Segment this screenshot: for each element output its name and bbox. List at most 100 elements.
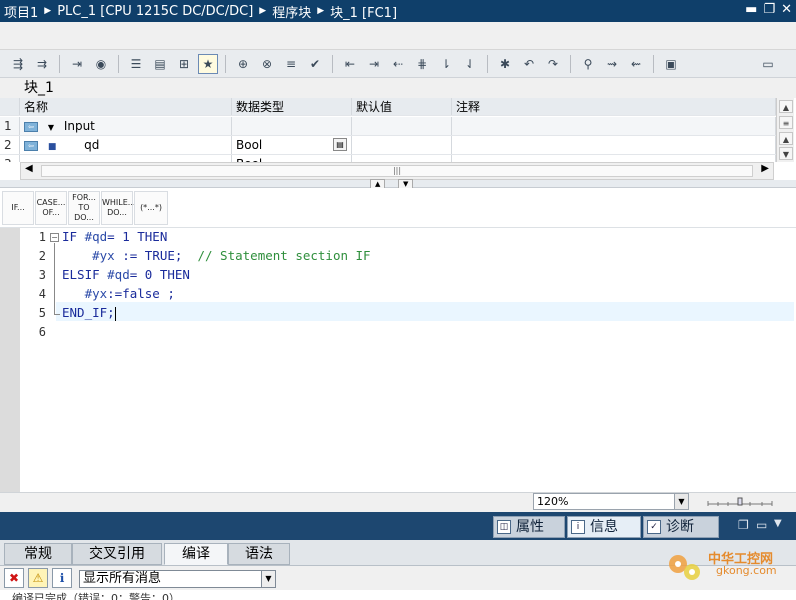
breadcrumb-block[interactable]: 块_1 [FC1] xyxy=(330,2,397,21)
header-comment[interactable]: 注释 xyxy=(452,98,776,115)
list-icon[interactable]: ☰ xyxy=(126,54,146,74)
breadcrumb-plc[interactable]: PLC_1 [CPU 1215C DC/DC/DC] xyxy=(57,4,253,19)
panel-icon[interactable]: ▭ xyxy=(758,54,778,74)
collapse-panel-icon[interactable]: ▼ xyxy=(774,518,782,529)
block-icon[interactable]: ▣ xyxy=(661,54,681,74)
close-all-icon[interactable]: ⊗ xyxy=(257,54,277,74)
default-cell[interactable] xyxy=(352,155,452,162)
goto-next-icon[interactable]: ↷ xyxy=(543,54,563,74)
indent-right-icon[interactable]: ⇥ xyxy=(364,54,384,74)
message-filter-value: 显示所有消息 xyxy=(83,571,162,586)
tab-compile[interactable]: 编译 xyxy=(164,543,228,565)
error-filter-icon[interactable]: ✖ xyxy=(4,568,24,588)
indent-left-icon[interactable]: ⇤ xyxy=(340,54,360,74)
tab-diagnostics-label: 诊断 xyxy=(666,519,694,535)
header-datatype[interactable]: 数据类型 xyxy=(232,98,352,115)
toolbar-divider xyxy=(653,54,654,73)
default-cell[interactable] xyxy=(352,136,452,154)
format-icon[interactable]: ⋕ xyxy=(412,54,432,74)
datatype-cell[interactable]: Bool ▤ xyxy=(232,136,352,154)
open-all-icon[interactable]: ⊕ xyxy=(233,54,253,74)
goto-prev-icon[interactable]: ↶ xyxy=(519,54,539,74)
tab-info[interactable]: i 信息 xyxy=(567,516,641,538)
symbol-icon[interactable]: ▤ xyxy=(150,54,170,74)
panel-splitter[interactable]: ▲ ▼ xyxy=(0,179,796,189)
variable-yx: #yx xyxy=(84,286,108,301)
comment-icon[interactable]: ≡ xyxy=(281,54,301,74)
outdent-icon[interactable]: ⇠ xyxy=(388,54,408,74)
bookmark-icon[interactable]: ⇂ xyxy=(436,54,456,74)
breakpoint-icon[interactable]: ✱ xyxy=(495,54,515,74)
insert-for-label-2: TO DO... xyxy=(74,203,94,222)
snapshot-icon[interactable]: ⇜ xyxy=(626,54,646,74)
scroll-right-icon[interactable]: ▶ xyxy=(761,163,769,174)
modify-icon[interactable]: ⇝ xyxy=(602,54,622,74)
bookmark-next-icon[interactable]: ⇃ xyxy=(460,54,480,74)
horizontal-scroll-thumb[interactable]: ||| xyxy=(41,165,753,177)
download-icon[interactable]: ✔ xyxy=(305,54,325,74)
insert-while-button[interactable]: WHILE... DO... xyxy=(101,191,135,225)
default-cell[interactable] xyxy=(352,117,452,135)
code-line-2[interactable]: #yx := TRUE; // Statement section IF xyxy=(62,248,370,263)
name-cell[interactable]: ⇦ ▼ Input xyxy=(20,117,232,135)
tab-properties[interactable]: ◫ 属性 xyxy=(493,516,565,538)
compare-icon[interactable]: ⊞ xyxy=(174,54,194,74)
table-row[interactable]: 3 Bool xyxy=(0,155,776,162)
favorites-icon[interactable]: ★ xyxy=(198,53,218,74)
minimize-panel-icon[interactable]: ▭ xyxy=(756,518,767,532)
code-line-5[interactable]: END_IF; xyxy=(62,305,116,321)
network-remove-icon[interactable]: ⇉ xyxy=(32,54,52,74)
restore-panel-icon[interactable]: ❐ xyxy=(738,518,749,532)
interface-horizontal-scrollbar[interactable]: ◀ ||| ▶ xyxy=(20,162,774,180)
minimize-icon[interactable]: ▬ xyxy=(745,2,757,17)
scroll-up-icon[interactable]: ≡ xyxy=(779,116,793,129)
name-cell[interactable]: ⇦ ■ qd xyxy=(20,136,232,154)
zoom-slider[interactable] xyxy=(706,497,774,507)
tab-diagnostics[interactable]: ✓ 诊断 xyxy=(643,516,719,538)
message-filter-select[interactable]: 显示所有消息 ▼ xyxy=(79,570,276,588)
scroll-top-icon[interactable]: ▲ xyxy=(779,100,793,113)
tab-syntax[interactable]: 语法 xyxy=(228,543,290,565)
table-row[interactable]: 2 ⇦ ■ qd Bool ▤ xyxy=(0,136,776,155)
scroll-thumb[interactable]: ▲ xyxy=(779,132,793,145)
expand-icon[interactable]: ▼ xyxy=(48,123,54,132)
chevron-down-icon[interactable]: ▼ xyxy=(261,571,275,587)
datatype-cell[interactable] xyxy=(232,117,352,135)
breadcrumb-project[interactable]: 项目1 xyxy=(4,2,38,21)
warning-filter-icon[interactable]: ⚠ xyxy=(28,568,48,588)
interface-vertical-scrollbar[interactable]: ▲ ≡ ▲ ▼ xyxy=(776,98,794,162)
scroll-left-icon[interactable]: ◀ xyxy=(25,163,33,174)
datatype-picker-icon[interactable]: ▤ xyxy=(333,138,347,151)
watch-icon[interactable]: ⚲ xyxy=(578,54,598,74)
monitor-icon[interactable]: ◉ xyxy=(91,54,111,74)
fold-toggle-icon[interactable]: − xyxy=(50,233,59,242)
close-icon[interactable]: ✕ xyxy=(781,2,792,17)
code-line-3[interactable]: ELSIF #qd= 0 THEN xyxy=(62,267,190,282)
chevron-down-icon[interactable]: ▼ xyxy=(674,494,688,509)
tab-cross-reference[interactable]: 交叉引用 xyxy=(72,543,162,565)
compile-status-text: 编译已完成（错误：0；警告：0） xyxy=(0,590,796,600)
code-line-1[interactable]: IF #qd= 1 THEN xyxy=(62,229,167,244)
code-line-4[interactable]: #yx:=false ; xyxy=(62,286,175,301)
scroll-down-icon[interactable]: ▼ xyxy=(779,147,793,160)
insert-for-button[interactable]: FOR... TO DO... xyxy=(68,191,100,225)
header-name[interactable]: 名称 xyxy=(20,98,232,115)
datatype-cell[interactable]: Bool xyxy=(232,155,352,162)
comment-cell[interactable] xyxy=(452,136,776,154)
info-filter-icon[interactable]: ℹ xyxy=(52,568,72,588)
insert-comment-button[interactable]: (*...*) xyxy=(134,191,168,225)
comment-cell[interactable] xyxy=(452,155,776,162)
jump-icon[interactable]: ⇥ xyxy=(67,54,87,74)
network-insert-icon[interactable]: ⇶ xyxy=(8,54,28,74)
insert-case-button[interactable]: CASE... OF... xyxy=(35,191,67,225)
comment-cell[interactable] xyxy=(452,117,776,135)
parameter-icon: ⇦ xyxy=(24,140,38,151)
table-row[interactable]: 1 ⇦ ▼ Input xyxy=(0,117,776,136)
name-cell[interactable] xyxy=(20,155,232,162)
breadcrumb-program-blocks[interactable]: 程序块 xyxy=(272,2,311,21)
header-default[interactable]: 默认值 xyxy=(352,98,452,115)
restore-icon[interactable]: ❐ xyxy=(763,2,775,17)
zoom-select[interactable]: 120% ▼ xyxy=(533,493,689,510)
tab-general[interactable]: 常规 xyxy=(4,543,72,565)
insert-if-button[interactable]: IF... xyxy=(2,191,34,225)
